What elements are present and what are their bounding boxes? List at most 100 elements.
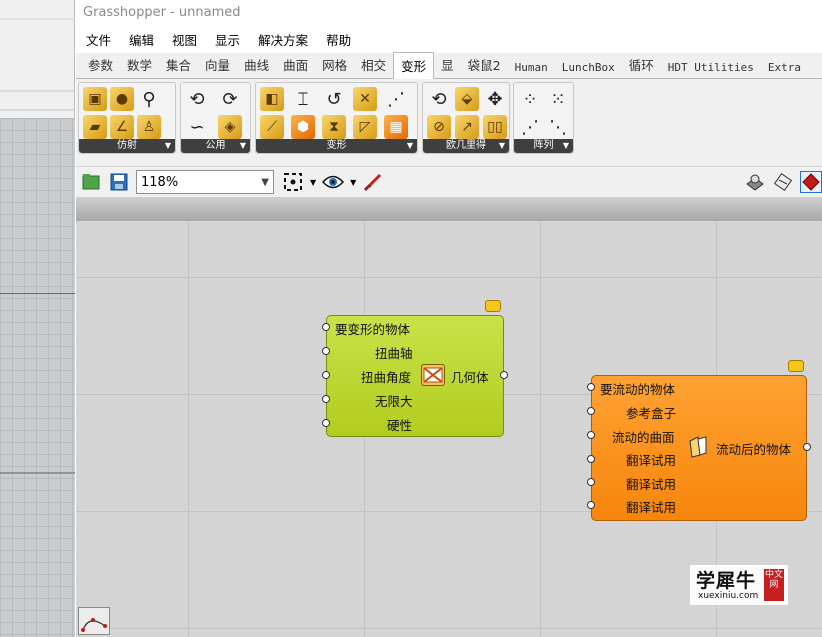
output-pin[interactable]: [803, 443, 811, 451]
input-label-translation-3: 翻译试用: [626, 500, 677, 515]
watermark-site: xuexiniu.com: [698, 591, 759, 601]
open-file-icon[interactable]: [80, 171, 102, 193]
chevron-down-icon: ▼: [261, 176, 269, 188]
tab-human[interactable]: Human: [508, 61, 555, 78]
group-label-util[interactable]: 公用 ▼: [181, 139, 250, 153]
rotate-axis-icon[interactable]: ▯▯: [483, 115, 507, 139]
rectangular-array-icon[interactable]: ⁙: [546, 87, 570, 111]
input-label-infinite: 无限大: [375, 394, 413, 409]
menu-edit[interactable]: 编辑: [129, 30, 154, 49]
move-to-icon[interactable]: ↗: [455, 115, 479, 139]
orient-icon[interactable]: ⬙: [455, 87, 479, 111]
compound-icon[interactable]: ⟲: [185, 87, 209, 111]
group-label-affine[interactable]: 仿射 ▼: [79, 139, 175, 153]
tab-transform[interactable]: 变形: [393, 52, 435, 79]
move-icon[interactable]: ✥: [483, 87, 507, 111]
canvas-corner-button[interactable]: [78, 607, 110, 635]
stretch-icon[interactable]: ⟋: [260, 115, 284, 139]
tab-surface[interactable]: 曲面: [276, 55, 315, 78]
scale-icon[interactable]: ⚲: [137, 87, 161, 111]
box-mapping-icon[interactable]: ▣: [83, 87, 107, 111]
input-pin[interactable]: [587, 383, 595, 391]
project-icon[interactable]: ∠: [110, 115, 134, 139]
group-label-morph[interactable]: 变形 ▼: [256, 139, 417, 153]
group-label-array[interactable]: 阵列 ▼: [514, 139, 573, 153]
preview-selected-icon[interactable]: [800, 171, 822, 193]
tab-params[interactable]: 参数: [81, 55, 120, 78]
tab-hdt-utilities[interactable]: HDT Utilities: [661, 61, 761, 78]
menu-file[interactable]: 文件: [86, 30, 111, 49]
tab-mesh[interactable]: 网格: [315, 55, 354, 78]
maelstrom-icon[interactable]: ↺: [322, 87, 346, 111]
rectangle-map-icon[interactable]: ♙: [137, 115, 161, 139]
split-icon[interactable]: ∽: [185, 115, 209, 139]
menu-solution[interactable]: 解决方案: [258, 30, 308, 49]
sketch-pen-icon[interactable]: [362, 171, 384, 193]
tab-maths[interactable]: 数学: [120, 55, 159, 78]
input-pin[interactable]: [322, 371, 330, 379]
surface-morph-icon[interactable]: ⬢: [291, 115, 315, 139]
zoom-select[interactable]: 118% ▼: [136, 170, 274, 194]
ribbon-group-array: ⁘ ⁙ ⋰ ⋱ 阵列 ▼: [513, 82, 574, 154]
surface-flow-component[interactable]: 要流动的物体 参考盒子 流动的曲面 翻译试用 翻译试用 翻译试用 流动后的物体: [587, 360, 811, 521]
twist-icon[interactable]: ✕: [353, 87, 377, 111]
message-bubble-icon[interactable]: [485, 300, 501, 312]
tab-loop[interactable]: 循环: [622, 55, 661, 78]
tab-extra[interactable]: Extra: [761, 61, 808, 78]
message-bubble-icon[interactable]: [788, 360, 804, 372]
bend-icon[interactable]: ⌶: [291, 87, 315, 111]
grasshopper-canvas[interactable]: 要变形的物体 扭曲轴 扭曲角度 无限大 硬性 几何体 要流动的物体 参考盒子 流…: [76, 221, 822, 637]
orient-sphere-icon[interactable]: ●: [110, 87, 134, 111]
canvas-header-bar: [76, 197, 822, 221]
linear-array-icon[interactable]: ⋱: [546, 115, 570, 139]
input-pin[interactable]: [322, 419, 330, 427]
save-file-icon[interactable]: [108, 171, 130, 193]
dropdown-arrow-icon[interactable]: ▼: [350, 178, 356, 187]
input-pin[interactable]: [587, 501, 595, 509]
output-pin[interactable]: [500, 371, 508, 379]
input-pin[interactable]: [587, 431, 595, 439]
splop-icon[interactable]: ⋰: [384, 87, 408, 111]
flow-icon[interactable]: ▦: [384, 115, 408, 139]
expand-arrow-icon: ▼: [406, 141, 413, 150]
sporph-icon[interactable]: ◸: [353, 115, 377, 139]
window-title: Grasshopper - unnamed: [76, 0, 822, 26]
rhino-viewport[interactable]: [0, 118, 75, 637]
input-label-axis: 扭曲轴: [375, 346, 413, 361]
preview-eye-icon[interactable]: [322, 171, 345, 193]
tab-curve[interactable]: 曲线: [237, 55, 276, 78]
curve-array-icon[interactable]: ⁘: [518, 87, 542, 111]
dropdown-arrow-icon[interactable]: ▼: [310, 178, 316, 187]
blend-box-icon[interactable]: ◧: [260, 87, 284, 111]
x-axis-line: [0, 293, 75, 294]
rotate-icon[interactable]: ⟲: [427, 87, 451, 111]
tab-intersect[interactable]: 相交: [354, 55, 393, 78]
tab-vector[interactable]: 向量: [198, 55, 237, 78]
input-pin[interactable]: [587, 455, 595, 463]
input-pin[interactable]: [587, 478, 595, 486]
input-pin[interactable]: [587, 407, 595, 415]
input-label-angle: 扭曲角度: [361, 370, 412, 385]
tab-sets[interactable]: 集合: [159, 55, 198, 78]
input-pin[interactable]: [322, 395, 330, 403]
input-label-rigid: 硬性: [387, 418, 413, 433]
inverse-icon[interactable]: ⟳: [218, 87, 242, 111]
polar-array-icon[interactable]: ⋰: [518, 115, 542, 139]
taper-icon[interactable]: ⧗: [322, 115, 346, 139]
preview-wireframe-icon[interactable]: [772, 171, 794, 193]
group-label-euclidean[interactable]: 欧几里得 ▼: [423, 139, 509, 153]
tab-lunchbox[interactable]: LunchBox: [555, 61, 622, 78]
preview-shaded-icon[interactable]: [744, 171, 766, 193]
tab-display[interactable]: 显: [434, 55, 461, 78]
zoom-extents-icon[interactable]: [282, 171, 304, 193]
menu-view[interactable]: 视图: [172, 30, 197, 49]
transform-icon[interactable]: ◈: [218, 115, 242, 139]
input-pin[interactable]: [322, 323, 330, 331]
tab-kangaroo2[interactable]: 袋鼠2: [461, 55, 508, 78]
mirror-icon[interactable]: ⊘: [427, 115, 451, 139]
input-pin[interactable]: [322, 347, 330, 355]
menu-help[interactable]: 帮助: [326, 30, 351, 49]
shear-icon[interactable]: ▰: [83, 115, 107, 139]
menu-display[interactable]: 显示: [215, 30, 240, 49]
twist-component[interactable]: 要变形的物体 扭曲轴 扭曲角度 无限大 硬性 几何体: [322, 300, 508, 437]
